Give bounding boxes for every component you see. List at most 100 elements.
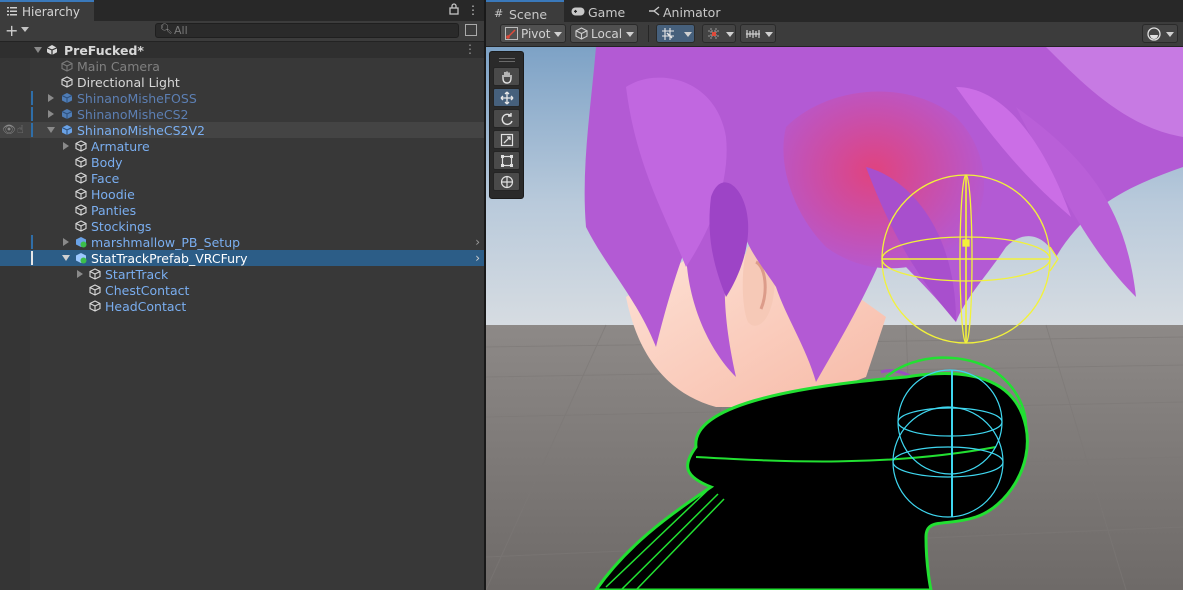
ruler-icon	[746, 30, 760, 38]
expand-arrow-icon[interactable]	[63, 238, 69, 246]
gameobject-cube-icon	[75, 188, 87, 200]
tab-label: Game	[588, 5, 626, 20]
item-label: StartTrack	[105, 267, 169, 282]
expand-arrow-icon[interactable]	[48, 94, 54, 102]
prefab-override-bar	[31, 251, 33, 265]
gameobject-cube-icon	[89, 284, 101, 296]
move-tool-button[interactable]	[493, 88, 520, 107]
gameobject-cube-icon	[61, 76, 73, 88]
tab-animator[interactable]: Animator	[638, 0, 728, 22]
item-label: Hoodie	[91, 187, 135, 202]
dropdown-caret-icon	[626, 32, 634, 37]
scale-icon	[500, 133, 513, 147]
scene-menu-icon[interactable]: ⋮	[464, 42, 476, 56]
hierarchy-tab[interactable]: Hierarchy	[0, 0, 94, 21]
dropdown-caret-icon	[1166, 32, 1174, 37]
list-item[interactable]: Face	[0, 170, 484, 186]
scene-viewport[interactable]	[486, 47, 1183, 590]
prefab-cube-icon	[61, 125, 73, 135]
kebab-menu-icon[interactable]: ⋮	[467, 3, 479, 17]
tab-scene[interactable]: # Scene	[486, 0, 564, 22]
hierarchy-tab-label: Hierarchy	[22, 5, 81, 19]
item-label: Armature	[91, 139, 150, 154]
prefab-override-bar	[31, 123, 33, 137]
transform-tool-button[interactable]	[493, 172, 520, 191]
sphere-shading-icon	[1147, 27, 1161, 41]
increment-snap-toggle[interactable]	[702, 24, 736, 43]
open-prefab-chevron-icon[interactable]: ›	[475, 251, 480, 265]
gameobject-cube-icon	[75, 172, 87, 184]
list-item[interactable]: StartTrack	[0, 266, 484, 282]
search-input[interactable]	[174, 24, 444, 37]
visibility-eye-icon[interactable]: 👁︎	[2, 123, 16, 136]
prefab-variant-icon	[76, 237, 87, 248]
item-label: ShinanoMisheFOSS	[77, 91, 197, 106]
item-label: Stockings	[91, 219, 152, 234]
item-label: Body	[91, 155, 123, 170]
pivot-dropdown[interactable]: Pivot	[500, 24, 566, 43]
list-item[interactable]: Stockings	[0, 218, 484, 234]
overlay-drag-handle[interactable]	[499, 58, 515, 59]
list-item[interactable]: Armature	[0, 138, 484, 154]
tab-game[interactable]: Game	[564, 0, 638, 22]
gameobject-cube-icon	[75, 156, 87, 168]
list-item[interactable]: ShinanoMisheFOSS	[0, 90, 484, 106]
expand-arrow-icon[interactable]	[34, 47, 42, 53]
scene-name: PreFucked*	[64, 43, 144, 58]
list-item[interactable]: Panties	[0, 202, 484, 218]
gameobject-cube-icon	[75, 204, 87, 216]
scene-row[interactable]: PreFucked* ⋮	[0, 42, 484, 58]
lock-icon[interactable]	[449, 3, 459, 18]
list-item[interactable]: marshmallow_PB_Setup ›	[0, 234, 484, 250]
list-item[interactable]: Main Camera	[0, 58, 484, 74]
item-label: Main Camera	[77, 59, 160, 74]
hierarchy-tab-bar: Hierarchy ⋮	[0, 0, 484, 21]
grid-snap-toggle[interactable]	[656, 24, 695, 43]
list-item[interactable]: 👁︎ ☝︎ ShinanoMisheCS2V2	[0, 122, 484, 138]
prefab-override-bar	[31, 235, 33, 249]
list-icon	[7, 7, 17, 16]
list-item[interactable]: HeadContact	[0, 298, 484, 314]
pivot-label: Pivot	[521, 27, 551, 41]
hand-tool-button[interactable]	[493, 67, 520, 86]
gameobject-cube-icon	[75, 140, 87, 152]
item-label: StatTrackPrefab_VRCFury	[91, 251, 248, 266]
draw-mode-dropdown[interactable]	[1142, 24, 1178, 43]
hierarchy-panel: Hierarchy ⋮ + 🔍︎ PreFucked* ⋮ Main Ca	[0, 0, 484, 590]
rotate-tool-button[interactable]	[493, 109, 520, 128]
scale-tool-button[interactable]	[493, 130, 520, 149]
list-item[interactable]: Hoodie	[0, 186, 484, 202]
pivot-icon	[505, 27, 518, 40]
list-item[interactable]: ChestContact	[0, 282, 484, 298]
item-label: ShinanoMisheCS2V2	[77, 123, 205, 138]
open-prefab-chevron-icon[interactable]: ›	[475, 235, 480, 249]
search-options-icon[interactable]	[465, 24, 477, 36]
rendering-debugger-dropdown[interactable]	[740, 24, 776, 43]
scene-render[interactable]	[486, 47, 1183, 590]
expand-arrow-icon[interactable]	[63, 142, 69, 150]
local-dropdown[interactable]: Local	[570, 24, 638, 43]
rect-icon	[500, 155, 513, 167]
hierarchy-search[interactable]: 🔍︎	[155, 23, 459, 38]
scene-tools-overlay	[489, 51, 524, 199]
unity-scene-icon	[46, 45, 58, 55]
expand-arrow-icon[interactable]	[48, 110, 54, 118]
create-dropdown-caret-icon[interactable]	[21, 27, 29, 32]
expand-arrow-icon[interactable]	[47, 127, 55, 133]
list-item-selected[interactable]: StatTrackPrefab_VRCFury ›	[0, 250, 484, 266]
pickability-hand-icon[interactable]: ☝︎	[17, 123, 24, 136]
list-item[interactable]: Directional Light	[0, 74, 484, 90]
create-plus-icon[interactable]: +	[5, 21, 18, 40]
dropdown-caret-icon	[554, 32, 562, 37]
grid-snap-icon	[662, 28, 674, 40]
hand-icon	[501, 71, 512, 84]
list-item[interactable]: Body	[0, 154, 484, 170]
scene-toolbar: Pivot Local	[486, 22, 1183, 47]
expand-arrow-icon[interactable]	[77, 270, 83, 278]
gameobject-cube-icon	[61, 60, 73, 72]
gameobject-cube-icon	[89, 268, 101, 280]
expand-arrow-icon[interactable]	[62, 255, 70, 261]
rect-tool-button[interactable]	[493, 151, 520, 170]
tab-label: Scene	[509, 7, 548, 22]
list-item[interactable]: ShinanoMisheCS2	[0, 106, 484, 122]
